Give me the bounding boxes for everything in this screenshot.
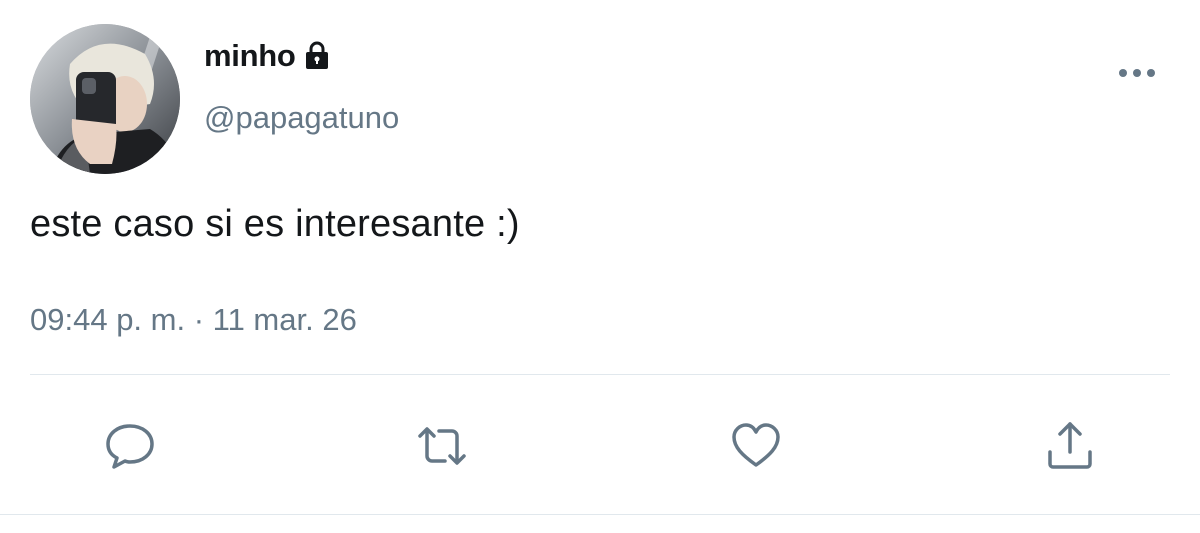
user-handle[interactable]: @papagatuno	[204, 100, 399, 136]
tweet-text: este caso si es interesante :)	[30, 203, 520, 245]
more-dot-icon	[1147, 69, 1155, 77]
divider	[0, 514, 1200, 515]
tweet-timestamp[interactable]: 09:44 p. m. · 11 mar. 26	[30, 302, 357, 338]
divider	[30, 374, 1170, 375]
lock-icon	[304, 40, 330, 70]
tweet-card: minho @papagatuno este caso si es intere…	[0, 0, 1200, 533]
retweet-button[interactable]	[414, 418, 470, 474]
avatar[interactable]	[30, 24, 180, 174]
display-name[interactable]: minho	[204, 38, 296, 74]
more-dot-icon	[1119, 69, 1127, 77]
heart-icon	[732, 423, 780, 467]
more-dot-icon	[1133, 69, 1141, 77]
display-name-row: minho	[204, 38, 330, 74]
retweet-arrows-icon	[418, 427, 466, 465]
more-options-button[interactable]	[1112, 58, 1162, 88]
share-upload-icon	[1048, 422, 1092, 469]
speech-bubble-icon	[106, 424, 154, 469]
share-button[interactable]	[1042, 418, 1098, 474]
reply-button[interactable]	[102, 418, 158, 474]
like-button[interactable]	[728, 418, 784, 474]
profile-photo-icon	[30, 24, 180, 174]
